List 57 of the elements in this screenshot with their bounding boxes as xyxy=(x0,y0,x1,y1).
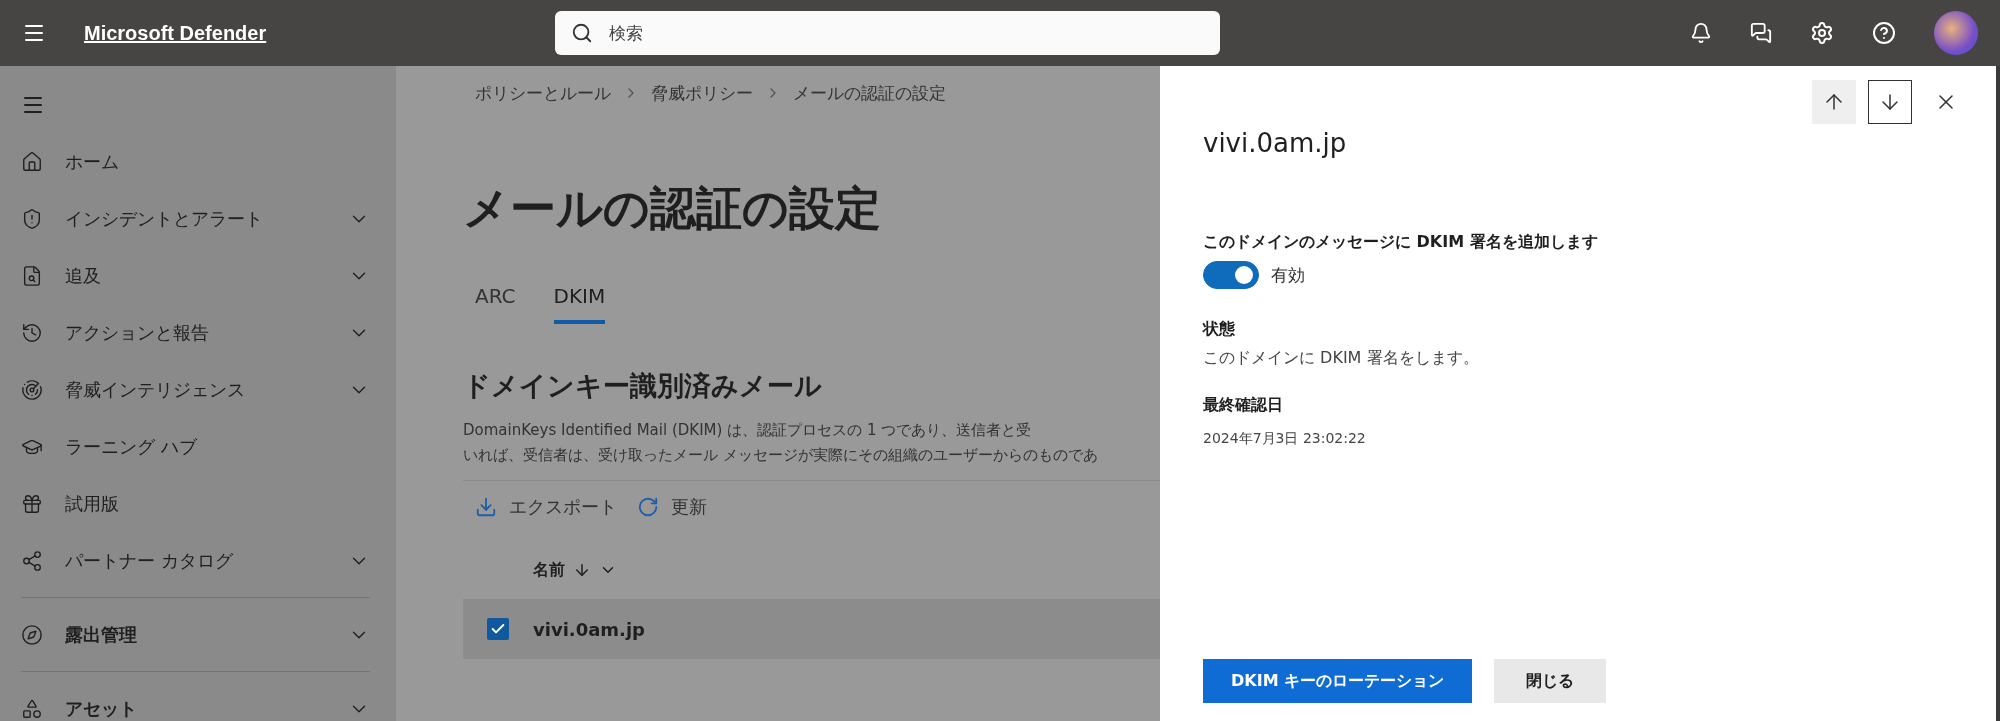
notification-icon[interactable] xyxy=(1690,22,1712,44)
home-icon xyxy=(21,150,43,173)
search-icon xyxy=(571,22,594,44)
field-value: このドメインに DKIM 署名をします。 xyxy=(1203,348,1480,369)
field-label: このドメインのメッセージに DKIM 署名を追加します xyxy=(1203,232,1599,253)
sidebar-item[interactable]: アセット xyxy=(65,696,326,721)
gift-icon xyxy=(21,492,43,515)
next-button[interactable] xyxy=(1868,80,1912,124)
field-label: 最終確認日 xyxy=(1203,395,1284,416)
section-title: ドメインキー識別済みメール xyxy=(463,369,823,403)
search-field[interactable]: 検索 xyxy=(555,11,1221,55)
search-input[interactable]: 検索 xyxy=(607,22,1205,44)
toggle-switch[interactable] xyxy=(1203,261,1259,289)
compass-icon xyxy=(21,623,43,646)
secondary-button[interactable]: 閉じる xyxy=(1494,659,1607,703)
help-icon[interactable] xyxy=(1872,21,1896,45)
toggle-state-text: 有効 xyxy=(1271,263,1305,287)
column-header[interactable]: 名前 xyxy=(533,559,565,581)
toolbar-button[interactable]: エクスポート xyxy=(475,495,617,519)
breadcrumb-link[interactable]: ポリシーとルール xyxy=(475,81,611,105)
shapes-icon xyxy=(21,697,43,720)
sidebar-item[interactable]: パートナー カタログ xyxy=(65,548,326,573)
toolbar-button[interactable]: 更新 xyxy=(637,495,707,519)
row-checkbox[interactable] xyxy=(487,618,509,640)
sidebar-item[interactable]: 脅威インテリジェンス xyxy=(65,377,326,402)
shield-icon xyxy=(21,207,43,230)
network-nodes-icon xyxy=(21,549,43,572)
sort-arrow-icon xyxy=(573,561,591,579)
document-search-icon xyxy=(21,264,43,287)
sidebar-item[interactable]: インシデントとアラート xyxy=(65,206,326,231)
sidebar-item[interactable]: 露出管理 xyxy=(65,622,326,647)
breadcrumb-link[interactable]: メールの認証の設定 xyxy=(793,81,946,105)
settings-icon[interactable] xyxy=(1810,21,1834,45)
table-cell: vivi.0am.jp xyxy=(533,618,645,640)
previous-button[interactable] xyxy=(1812,80,1856,124)
tab[interactable]: ARC xyxy=(475,284,516,324)
field-value: 2024年7月3日 23:02:22 xyxy=(1203,430,1367,448)
sidebar-item[interactable]: 追及 xyxy=(65,263,326,288)
sidebar-item[interactable]: 試用版 xyxy=(65,491,370,516)
primary-button[interactable]: DKIM キーのローテーション xyxy=(1203,659,1473,703)
download-icon xyxy=(475,496,497,518)
page-title: メールの認証の設定 xyxy=(463,180,882,237)
radar-icon xyxy=(21,378,43,401)
user-avatar[interactable] xyxy=(1934,11,1978,55)
breadcrumb-link[interactable]: 脅威ポリシー xyxy=(651,81,753,105)
table-row[interactable]: vivi.0am.jp xyxy=(463,599,1160,659)
refresh-icon xyxy=(637,496,659,518)
description-text: DomainKeys Identified Mail (DKIM) は、認証プロセスの 1 つであり、送信者と受 いれば、受信者は、受け取ったメール メッセージが実際にその組織のユーザーからのものであ xyxy=(463,420,1099,466)
history-icon xyxy=(21,321,43,344)
sidebar-item[interactable]: アクションと報告 xyxy=(65,320,326,345)
app-name[interactable]: Microsoft Defender xyxy=(84,21,267,45)
panel-title: vivi.0am.jp xyxy=(1203,128,1348,158)
tab[interactable]: DKIM xyxy=(553,284,606,324)
field-label: 状態 xyxy=(1203,319,1236,340)
chat-icon[interactable] xyxy=(1750,22,1772,44)
sidebar-item[interactable]: ラーニング ハブ xyxy=(65,434,370,459)
sidebar-item[interactable]: ホーム xyxy=(65,149,370,174)
